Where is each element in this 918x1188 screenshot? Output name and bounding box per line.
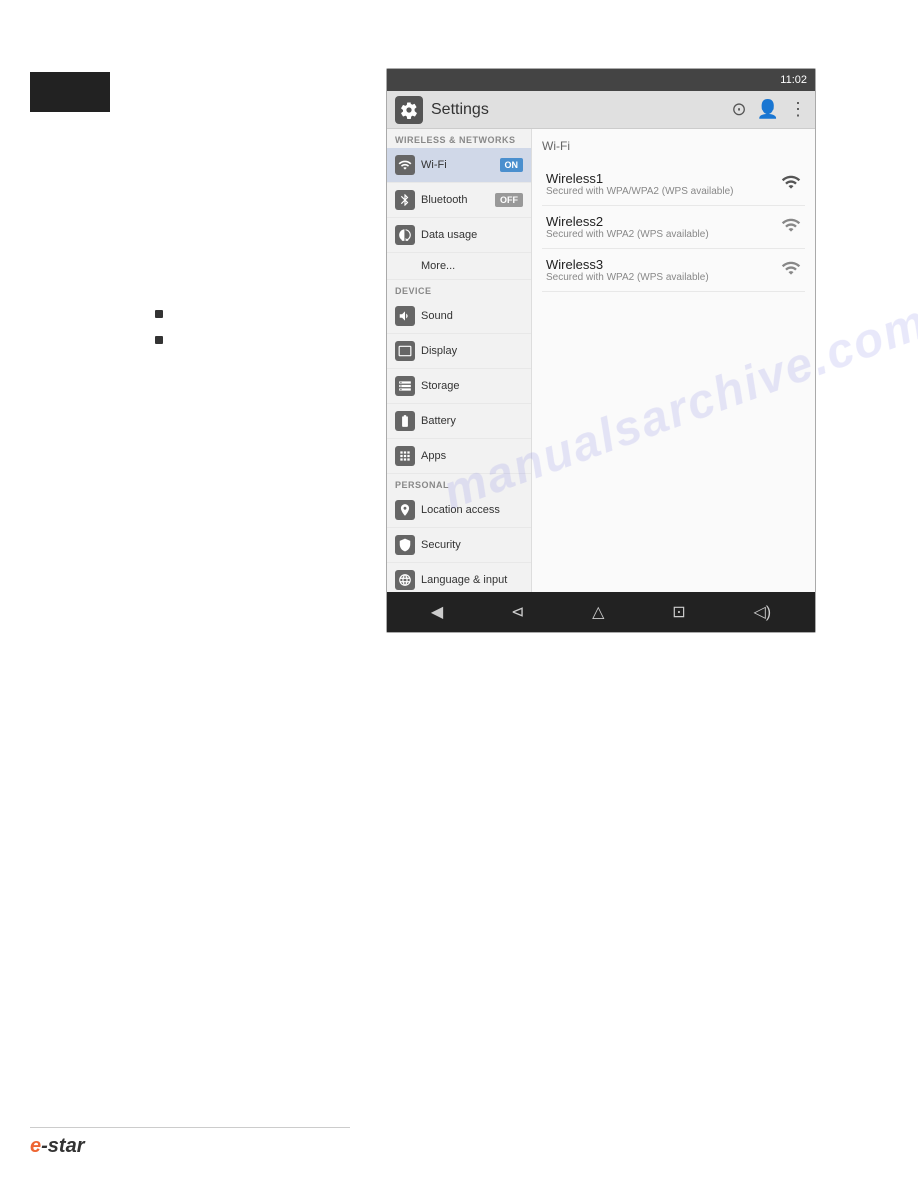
wifi-network-wireless1[interactable]: Wireless1 Secured with WPA/WPA2 (WPS ava…	[542, 163, 805, 206]
wifi-name-wireless3: Wireless3	[546, 257, 781, 272]
sound-label: Sound	[421, 310, 523, 322]
display-label: Display	[421, 345, 523, 357]
apps-label: Apps	[421, 450, 523, 462]
wifi-signal-wireless1	[781, 172, 801, 197]
bullet-1	[155, 310, 163, 318]
wifi-security-wireless3: Secured with WPA2 (WPS available)	[546, 272, 781, 283]
language-input-label: Language & input	[421, 574, 523, 586]
device-frame: 11:02 Settings ⊙ 👤 ⋮ WIRELESS & NETWORKS	[386, 68, 816, 633]
wifi-icon	[395, 155, 415, 175]
wifi-panel: Wi-Fi Wireless1 Secured with WPA/WPA2 (W…	[532, 129, 815, 592]
section-personal: PERSONAL	[387, 474, 531, 493]
nav-bar: ◀ ⊲ △ ⊡ ◁)	[387, 592, 815, 632]
estar-e: e	[30, 1135, 41, 1157]
search-action-icon[interactable]: ⊙	[731, 99, 746, 120]
language-input-icon	[395, 570, 415, 590]
wifi-signal-wireless2	[781, 215, 801, 240]
main-content: WIRELESS & NETWORKS Wi-Fi ON Bluetooth	[387, 129, 815, 592]
wifi-info-wireless2: Wireless2 Secured with WPA2 (WPS availab…	[546, 214, 781, 240]
wifi-toggle[interactable]: ON	[500, 158, 524, 172]
wifi-name-wireless2: Wireless2	[546, 214, 781, 229]
wifi-name-wireless1: Wireless1	[546, 171, 781, 186]
sidebar-item-security[interactable]: Security	[387, 528, 531, 563]
display-icon	[395, 341, 415, 361]
sidebar-item-battery[interactable]: Battery	[387, 404, 531, 439]
status-time: 11:02	[780, 74, 807, 86]
sidebar-item-storage[interactable]: Storage	[387, 369, 531, 404]
section-device: DEVICE	[387, 280, 531, 299]
app-bar-actions: ⊙ 👤 ⋮	[731, 99, 807, 120]
sidebar-item-wifi[interactable]: Wi-Fi ON	[387, 148, 531, 183]
sidebar-item-sound[interactable]: Sound	[387, 299, 531, 334]
data-usage-icon	[395, 225, 415, 245]
wifi-info-wireless3: Wireless3 Secured with WPA2 (WPS availab…	[546, 257, 781, 283]
sidebar-item-location-access[interactable]: Location access	[387, 493, 531, 528]
bottom-divider	[30, 1127, 350, 1128]
overflow-action-icon[interactable]: ⋮	[789, 99, 807, 120]
app-title: Settings	[431, 101, 731, 119]
sidebar-item-data-usage[interactable]: Data usage	[387, 218, 531, 253]
estar-logo: e-star	[30, 1135, 84, 1158]
nav-home[interactable]: △	[592, 602, 604, 622]
apps-icon	[395, 446, 415, 466]
bullet-2	[155, 336, 163, 344]
sidebar-item-display[interactable]: Display	[387, 334, 531, 369]
user-action-icon[interactable]: 👤	[757, 99, 779, 120]
location-access-icon	[395, 500, 415, 520]
section-wireless-networks: WIRELESS & NETWORKS	[387, 129, 531, 148]
nav-recents[interactable]: ⊡	[672, 602, 685, 622]
wifi-info-wireless1: Wireless1 Secured with WPA/WPA2 (WPS ava…	[546, 171, 781, 197]
wifi-signal-wireless3	[781, 258, 801, 283]
nav-volume-up[interactable]: ◁)	[753, 602, 771, 622]
sidebar-item-apps[interactable]: Apps	[387, 439, 531, 474]
bluetooth-label: Bluetooth	[421, 194, 489, 206]
sound-icon	[395, 306, 415, 326]
location-access-label: Location access	[421, 504, 523, 516]
bluetooth-toggle[interactable]: OFF	[495, 193, 523, 207]
wifi-panel-title: Wi-Fi	[542, 139, 805, 153]
sidebar-item-bluetooth[interactable]: Bluetooth OFF	[387, 183, 531, 218]
battery-label: Battery	[421, 415, 523, 427]
storage-label: Storage	[421, 380, 523, 392]
settings-app-icon	[395, 96, 423, 124]
status-bar: 11:02	[387, 69, 815, 91]
battery-icon	[395, 411, 415, 431]
sidebar-item-language-input[interactable]: Language & input	[387, 563, 531, 592]
wifi-security-wireless2: Secured with WPA2 (WPS available)	[546, 229, 781, 240]
wifi-security-wireless1: Secured with WPA/WPA2 (WPS available)	[546, 186, 781, 197]
security-icon	[395, 535, 415, 555]
sidebar: WIRELESS & NETWORKS Wi-Fi ON Bluetooth	[387, 129, 532, 592]
sidebar-item-more[interactable]: More...	[387, 253, 531, 280]
nav-back[interactable]: ⊲	[511, 602, 524, 622]
data-usage-label: Data usage	[421, 229, 523, 241]
wifi-network-wireless3[interactable]: Wireless3 Secured with WPA2 (WPS availab…	[542, 249, 805, 292]
nav-volume-down[interactable]: ◀	[431, 602, 443, 622]
wifi-label: Wi-Fi	[421, 159, 494, 171]
app-bar: Settings ⊙ 👤 ⋮	[387, 91, 815, 129]
bluetooth-icon	[395, 190, 415, 210]
storage-icon	[395, 376, 415, 396]
wifi-network-wireless2[interactable]: Wireless2 Secured with WPA2 (WPS availab…	[542, 206, 805, 249]
bullet-list	[155, 310, 163, 344]
security-label: Security	[421, 539, 523, 551]
black-rectangle	[30, 72, 110, 112]
